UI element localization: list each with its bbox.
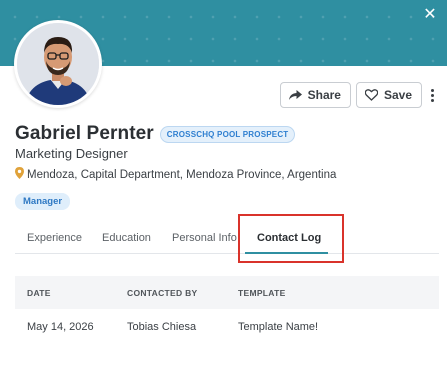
tab-education[interactable]: Education: [102, 232, 151, 244]
share-icon: [288, 89, 302, 101]
job-title: Marketing Designer: [15, 146, 128, 161]
avatar-photo: [17, 23, 99, 105]
table-header: DATE CONTACTED BY TEMPLATE: [15, 276, 439, 309]
column-header-template: TEMPLATE: [238, 287, 286, 298]
cell-date: May 14, 2026: [27, 321, 94, 333]
pool-prospect-badge: CROSSCHQ POOL PROSPECT: [159, 125, 296, 143]
location: Mendoza, Capital Department, Mendoza Pro…: [15, 167, 336, 182]
share-button[interactable]: Share: [279, 82, 351, 108]
cell-template: Template Name!: [238, 321, 319, 333]
table-row[interactable]: May 14, 2026 Tobias Chiesa Template Name…: [15, 309, 439, 345]
tab-contact-log[interactable]: Contact Log: [257, 232, 321, 244]
heart-icon: [364, 89, 378, 101]
profile-tabs: Experience Education Personal Info Conta…: [15, 226, 439, 254]
more-vertical-icon[interactable]: [427, 82, 437, 108]
tab-experience[interactable]: Experience: [27, 232, 82, 244]
cell-contacted-by: Tobias Chiesa: [127, 321, 197, 333]
location-text: Mendoza, Capital Department, Mendoza Pro…: [27, 168, 337, 181]
avatar: [14, 20, 102, 108]
contact-log-table: DATE CONTACTED BY TEMPLATE May 14, 2026 …: [15, 276, 439, 345]
share-label: Share: [307, 88, 341, 102]
location-pin-icon: [15, 167, 24, 182]
role-tag: Manager: [15, 193, 71, 210]
name-row: Gabriel Pernter CROSSCHQ POOL PROSPECT: [15, 123, 296, 145]
column-header-date: DATE: [27, 287, 51, 298]
tab-personal-info[interactable]: Personal Info: [172, 232, 237, 244]
save-label: Save: [383, 88, 412, 102]
close-icon[interactable]: ✕: [421, 6, 439, 24]
column-header-contacted-by: CONTACTED BY: [127, 287, 198, 298]
profile-actions: Share Save: [279, 82, 437, 108]
candidate-name: Gabriel Pernter: [15, 123, 154, 144]
active-tab-indicator: [245, 252, 328, 254]
save-button[interactable]: Save: [355, 82, 422, 108]
